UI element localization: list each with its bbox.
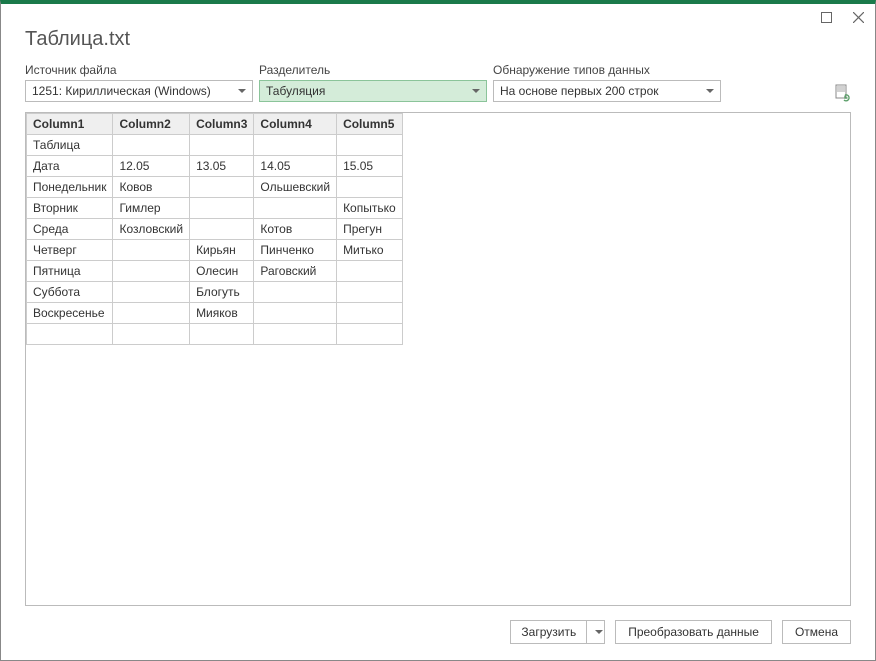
table-cell <box>337 324 403 345</box>
column-header[interactable]: Column2 <box>113 114 190 135</box>
table-cell: Понедельник <box>27 177 113 198</box>
table-cell <box>190 219 254 240</box>
delimiter-value: Табуляция <box>266 84 325 98</box>
table-row <box>27 324 403 345</box>
table-cell <box>254 198 337 219</box>
table-row: Четверг КирьянПинченкоМитько <box>27 240 403 261</box>
table-cell <box>254 282 337 303</box>
source-dropdown[interactable]: 1251: Кириллическая (Windows) <box>25 80 253 102</box>
table-cell: 15.05 <box>337 156 403 177</box>
column-header[interactable]: Column1 <box>27 114 113 135</box>
footer-buttons: Загрузить Преобразовать данные Отмена <box>25 606 851 644</box>
close-icon[interactable] <box>851 10 865 24</box>
options-row: Источник файла 1251: Кириллическая (Wind… <box>25 63 851 102</box>
table-cell: 14.05 <box>254 156 337 177</box>
table-cell: Пятница <box>27 261 113 282</box>
table-cell: 12.05 <box>113 156 190 177</box>
cancel-button-label: Отмена <box>795 625 838 639</box>
table-row: Дата12.0513.0514.0515.05 <box>27 156 403 177</box>
maximize-icon[interactable] <box>819 10 833 24</box>
chevron-down-icon <box>238 89 246 93</box>
table-cell <box>113 282 190 303</box>
table-cell: Гимлер <box>113 198 190 219</box>
table-cell: Мияков <box>190 303 254 324</box>
table-cell: Митько <box>337 240 403 261</box>
transform-button[interactable]: Преобразовать данные <box>615 620 772 644</box>
preview-table: Column1Column2Column3Column4Column5 Табл… <box>26 113 403 345</box>
table-cell: Воскресенье <box>27 303 113 324</box>
table-cell: Олесин <box>190 261 254 282</box>
table-cell: Ольшевский <box>254 177 337 198</box>
table-cell <box>113 261 190 282</box>
table-cell <box>190 177 254 198</box>
table-cell: Таблица <box>27 135 113 156</box>
table-row: ПонедельникКовов Ольшевский <box>27 177 403 198</box>
chevron-down-icon[interactable] <box>586 621 604 643</box>
column-header[interactable]: Column3 <box>190 114 254 135</box>
table-cell <box>190 198 254 219</box>
table-cell <box>27 324 113 345</box>
table-cell <box>254 135 337 156</box>
table-cell: Раговский <box>254 261 337 282</box>
cancel-button[interactable]: Отмена <box>782 620 851 644</box>
table-cell: Кирьян <box>190 240 254 261</box>
table-cell <box>113 135 190 156</box>
chevron-down-icon <box>706 89 714 93</box>
table-cell <box>337 135 403 156</box>
column-header[interactable]: Column4 <box>254 114 337 135</box>
window-controls <box>819 10 865 24</box>
table-cell: Котов <box>254 219 337 240</box>
table-cell <box>113 324 190 345</box>
chevron-down-icon <box>472 89 480 93</box>
source-value: 1251: Кириллическая (Windows) <box>32 84 211 98</box>
table-cell: Четверг <box>27 240 113 261</box>
table-row: Суббота Блогуть <box>27 282 403 303</box>
table-cell: Суббота <box>27 282 113 303</box>
table-cell <box>337 177 403 198</box>
table-cell <box>113 303 190 324</box>
table-cell <box>254 324 337 345</box>
table-row: Воскресенье Мияков <box>27 303 403 324</box>
table-cell <box>337 261 403 282</box>
table-cell: Блогуть <box>190 282 254 303</box>
table-cell <box>254 303 337 324</box>
table-cell <box>190 324 254 345</box>
table-cell: Ковов <box>113 177 190 198</box>
column-header[interactable]: Column5 <box>337 114 403 135</box>
load-button[interactable]: Загрузить <box>510 620 605 644</box>
table-row: Таблица <box>27 135 403 156</box>
table-row: Пятница ОлесинРаговский <box>27 261 403 282</box>
load-button-label: Загрузить <box>511 621 586 643</box>
table-cell <box>337 303 403 324</box>
table-cell: Пинченко <box>254 240 337 261</box>
delimiter-dropdown[interactable]: Табуляция <box>259 80 487 102</box>
table-cell: 13.05 <box>190 156 254 177</box>
transform-button-label: Преобразовать данные <box>628 625 759 639</box>
table-row: ВторникГимлер Копытько <box>27 198 403 219</box>
table-cell: Козловский <box>113 219 190 240</box>
table-cell: Дата <box>27 156 113 177</box>
preview-table-area: Column1Column2Column3Column4Column5 Табл… <box>25 112 851 606</box>
detection-dropdown[interactable]: На основе первых 200 строк <box>493 80 721 102</box>
table-cell <box>190 135 254 156</box>
table-cell <box>113 240 190 261</box>
table-row: СредаКозловский КотовПрегун <box>27 219 403 240</box>
table-cell: Прегун <box>337 219 403 240</box>
table-cell: Вторник <box>27 198 113 219</box>
source-label: Источник файла <box>25 63 253 77</box>
page-title: Таблица.txt <box>25 28 851 51</box>
detection-value: На основе первых 200 строк <box>500 84 659 98</box>
detection-label: Обнаружение типов данных <box>493 63 721 77</box>
refresh-icon[interactable] <box>833 84 851 102</box>
delimiter-label: Разделитель <box>259 63 487 77</box>
table-cell <box>337 282 403 303</box>
table-cell: Копытько <box>337 198 403 219</box>
table-cell: Среда <box>27 219 113 240</box>
